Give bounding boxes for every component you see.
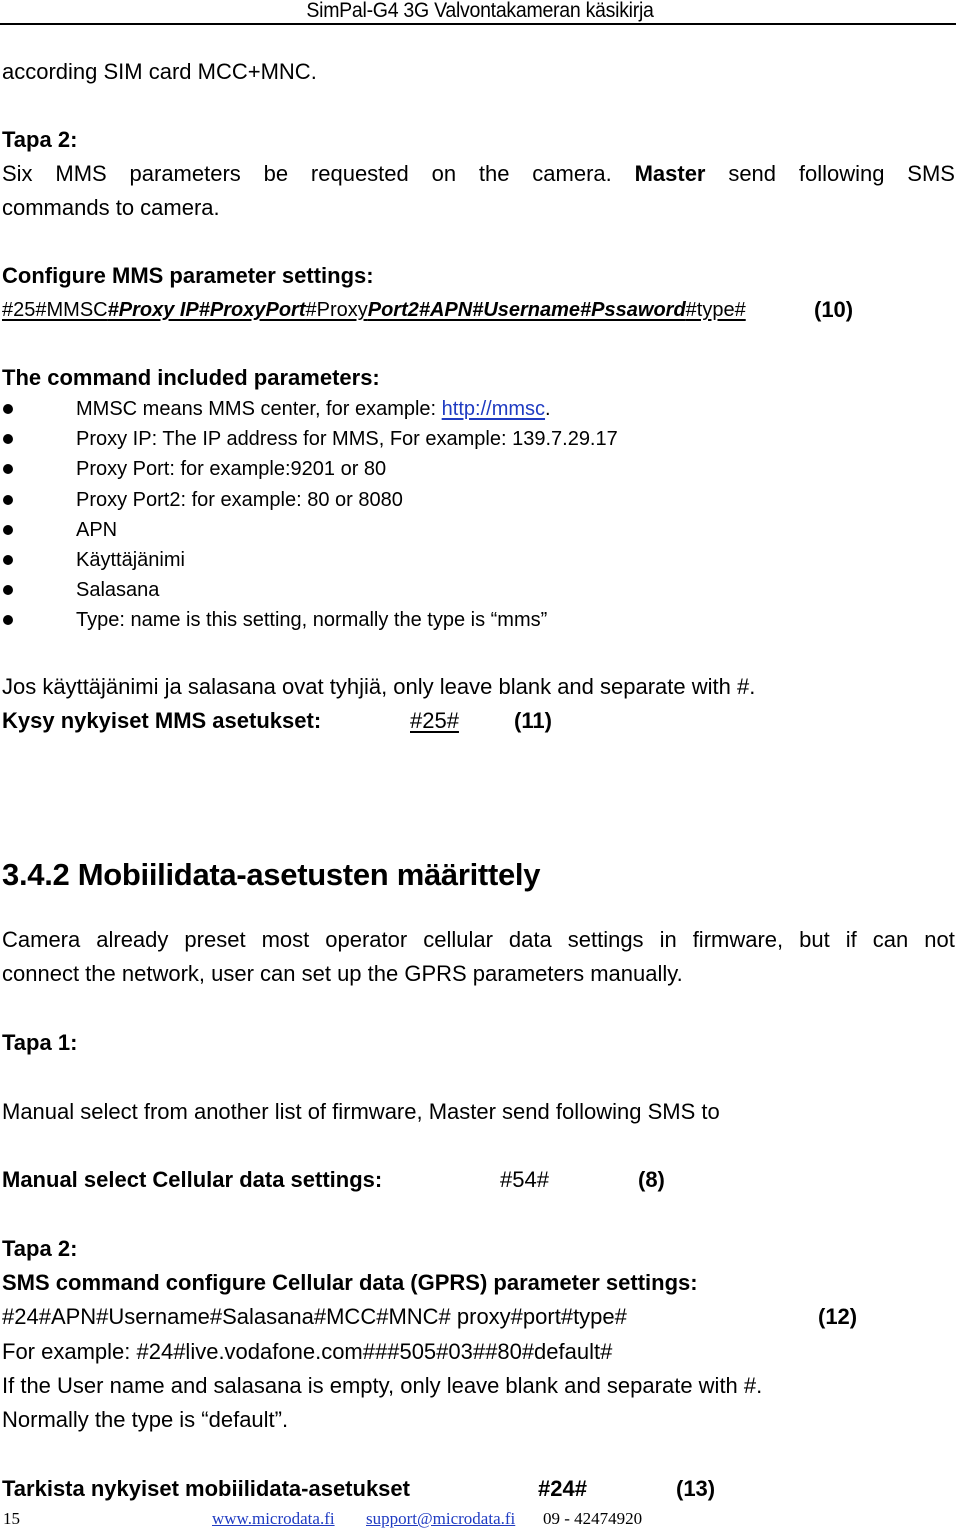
tapa1-number: (8) — [638, 1167, 665, 1192]
parameter-text: Käyttäjänimi — [76, 548, 185, 571]
word: Camera — [2, 927, 81, 952]
tapa2-gprs-note2: Normally the type is “default”. — [2, 1407, 289, 1432]
word: operator — [325, 927, 408, 952]
tapa2-gprs-heading: SMS command configure Cellular data (GPR… — [2, 1270, 698, 1295]
parameter-text: Proxy Port: for example:9201 or 80 — [76, 458, 387, 481]
word: parameters — [129, 161, 241, 186]
parameter-suffix: . — [545, 398, 551, 420]
query-mms-label: Kysy nykyiset MMS asetukset: — [2, 708, 322, 733]
command-segment: #Proxy — [305, 299, 368, 321]
bullet-icon — [3, 404, 13, 414]
tapa1-label: Tapa 1: — [2, 1030, 78, 1055]
footer-email-link[interactable]: support@microdata.fi — [366, 1508, 515, 1530]
bullet-icon — [3, 494, 13, 505]
section-paragraph-line1: Camera already preset most operator cellular d… — [2, 926, 955, 954]
footer-page-number: 15 — [3, 1509, 20, 1528]
header-divider — [0, 23, 956, 25]
parameter-text: APN — [76, 518, 118, 541]
command-segment: #Proxy IP#ProxyPort — [107, 299, 306, 321]
configure-mms-command: #25#MMSC#Proxy IP#ProxyPort#ProxyPort2#A… — [2, 296, 746, 324]
parameter-text: Salasana — [76, 579, 160, 602]
footer-phone: 09 - 42474920 — [543, 1509, 643, 1528]
word: on — [431, 161, 457, 186]
word: camera. — [532, 161, 612, 186]
intro-continuation: according SIM card MCC+MNC. — [2, 59, 317, 84]
word: settings — [567, 927, 644, 952]
tapa2-gprs-command: #24#APN#Username#Salasana#MCC#MNC# proxy… — [2, 1304, 627, 1329]
check-data-number: (13) — [676, 1476, 716, 1501]
bullet-icon — [3, 434, 13, 445]
tapa2-mms-label: Tapa 2: — [2, 127, 78, 152]
configure-mms-heading: Configure MMS parameter settings: — [2, 263, 374, 288]
parameters-heading: The command included parameters: — [2, 365, 380, 390]
parameter-text: Proxy Port2: for example: 80 or 8080 — [76, 488, 403, 511]
parameter-text: Type: name is this setting, normally the… — [76, 609, 548, 632]
word: Master — [634, 161, 706, 186]
word: SMS — [907, 161, 955, 186]
word: MMS — [55, 161, 107, 186]
tapa2-mms-line2: commands to camera. — [2, 195, 220, 220]
word: requested — [310, 161, 409, 186]
tapa2-gprs-number: (12) — [818, 1304, 858, 1329]
parameter-text: MMSC means MMS center, for example: — [76, 398, 442, 420]
word: the — [478, 161, 510, 186]
word: Six — [2, 161, 33, 186]
check-data-command: #24# — [538, 1476, 587, 1501]
bullet-icon — [3, 464, 13, 475]
word: send — [728, 161, 777, 186]
configure-mms-command-number: (10) — [814, 297, 854, 322]
word: if — [845, 927, 857, 952]
bullet-icon — [3, 524, 13, 535]
parameter-text: Proxy IP: The IP address for MMS, For ex… — [76, 428, 618, 451]
tapa2-gprs-example: For example: #24#live.vodafone.com###505… — [2, 1339, 613, 1364]
query-mms-number: (11) — [514, 708, 552, 733]
check-data-label: Tarkista nykyiset mobiilidata-asetukset — [2, 1476, 410, 1501]
mms-command-text: #25#MMSC#Proxy IP#ProxyPort#ProxyPort2#A… — [2, 299, 746, 321]
word: can — [872, 927, 909, 952]
command-segment: Port2#APN#Username#Pssaword — [367, 299, 686, 321]
word: data — [508, 927, 552, 952]
query-mms-command: #25# — [410, 708, 459, 733]
word: firmware, — [692, 927, 784, 952]
command-segment: #type# — [685, 299, 746, 321]
page-header-title: SimPal-G4 3G Valvontakameran käsikirja — [306, 0, 654, 22]
word: be — [263, 161, 289, 186]
tapa1-text: Manual select from another list of firmw… — [2, 1099, 720, 1124]
command-segment: #25#MMSC — [2, 299, 108, 321]
bullet-icon — [3, 585, 13, 596]
tapa2-gprs-note1: If the User name and salasana is empty, … — [2, 1373, 763, 1398]
tapa2-gprs-label: Tapa 2: — [2, 1236, 78, 1261]
word: in — [659, 927, 677, 952]
section-heading: 3.4.2 Mobiilidata-asetusten määrittely — [2, 857, 541, 892]
word: cellular — [423, 927, 493, 952]
bullet-icon — [3, 615, 13, 626]
footer-website-link[interactable]: www.microdata.fi — [212, 1508, 335, 1530]
word: already — [96, 927, 169, 952]
tapa2-mms-line1: Six MMS parameters be requested on the camera. M… — [2, 160, 955, 188]
tapa1-command-label: Manual select Cellular data settings: — [2, 1167, 383, 1192]
word: following — [798, 161, 885, 186]
word: not — [924, 927, 955, 952]
word: preset — [184, 927, 246, 952]
bullet-icon — [3, 554, 13, 565]
mmsc-example-link[interactable]: http://mmsc — [442, 398, 545, 420]
word: most — [261, 927, 310, 952]
section-paragraph-line2: connect the network, user can set up the… — [2, 961, 683, 986]
tapa1-command: #54# — [500, 1167, 549, 1192]
word: but — [799, 927, 830, 952]
blank-note: Jos käyttäjänimi ja salasana ovat tyhjiä… — [2, 674, 756, 699]
